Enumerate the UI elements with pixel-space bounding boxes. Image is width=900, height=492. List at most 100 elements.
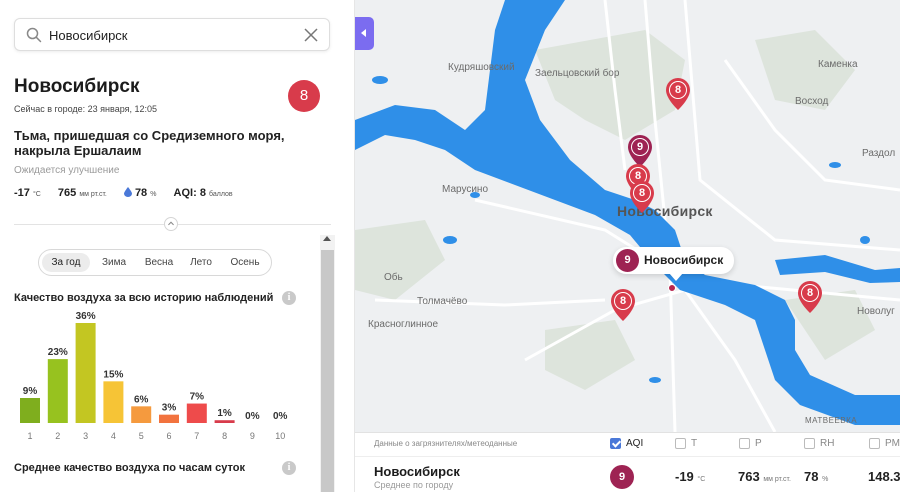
river-branch [775,255,900,283]
checkbox-rh[interactable] [804,438,815,449]
callout-city-name: Новосибирск [644,253,724,267]
bar-value-label: 0% [245,411,260,422]
map-pin[interactable]: 8 [629,180,655,214]
map-pin[interactable]: 8 [610,288,636,322]
table-humidity: 78 % [804,469,829,484]
column-label-t: T [691,438,698,449]
search-box[interactable] [14,18,330,51]
map-label: Заельцовский бор [535,68,620,79]
temperature: -17 °C [14,187,41,199]
season-switcher: За год Зима Весна Лето Осень [38,249,272,276]
histogram-bar [20,398,40,423]
season-tab-year[interactable]: За год [42,253,90,272]
map-label: Красноглинное [368,319,439,330]
row-divider [355,456,900,457]
city-time: Сейчас в городе: 23 января, 12:05 [14,104,158,114]
map-label: Каменка [818,59,858,70]
histogram-bar [159,414,179,423]
bar-value-label: 6% [134,394,149,405]
droplet-icon [123,187,132,197]
histogram-bar [214,420,235,423]
map-label: Новолуг [857,306,895,317]
season-tab-summer[interactable]: Лето [183,253,219,272]
map-label: Обь [384,272,403,283]
humidity: 78 % [123,187,156,199]
histogram-bar [131,406,152,423]
headline: Тьма, пришедшая со Средиземного моря, на… [14,128,285,158]
map-label: Кудряшовский [448,62,515,73]
checkbox-pm[interactable] [869,438,880,449]
info-icon[interactable]: i [282,291,296,305]
x-tick-label: 9 [250,431,255,441]
hourly-title: Среднее качество воздуха по часам суток [14,462,245,474]
table-city-sub: Среднее по городу [374,480,454,490]
bar-value-label: 23% [48,347,68,358]
column-label-aqi: AQI [626,438,644,449]
chevron-up-icon[interactable] [164,217,178,231]
info-panel: Новосибирск Сейчас в городе: 23 января, … [0,0,355,492]
callout-tail [669,273,683,281]
history-title: Качество воздуха за всю историю наблюден… [14,292,274,304]
column-label-rh: RH [820,438,835,449]
histogram-bar [47,359,68,423]
city-location-dot [668,284,676,292]
x-tick-label: 8 [222,431,227,441]
aqi-summary: AQI: 8 баллов [173,187,233,199]
pressure: 765 мм рт.ст. [57,187,107,199]
table-city: Новосибирск [374,464,460,479]
map-label: МАТВЕЕВКА [805,416,858,425]
city-callout[interactable]: 9 Новосибирск [613,247,734,281]
map-label: Толмачёво [417,296,468,307]
table-label: Данные о загрязнителях/метеоданные [374,439,518,448]
x-tick-label: 1 [27,431,32,441]
map-label: Восход [795,96,829,107]
checkbox-t[interactable] [675,438,686,449]
search-input[interactable] [49,25,299,45]
x-tick-label: 6 [166,431,171,441]
forecast-text: Ожидается улучшение [14,165,120,176]
season-tab-autumn[interactable]: Осень [223,253,267,272]
x-tick-label: 5 [139,431,144,441]
scrollbar-thumb[interactable] [321,250,334,492]
table-temp: -19 °C [675,469,706,484]
season-tab-spring[interactable]: Весна [138,253,180,272]
info-icon[interactable]: i [282,461,296,475]
panel-toggle-button[interactable] [355,17,374,50]
bar-value-label: 36% [76,311,96,322]
x-tick-label: 4 [111,431,116,441]
bar-value-label: 15% [103,369,123,380]
history-chart: 9% 1 23% 2 36% 3 15% 4 6% 5 3% 6 7% 7 1% 8 0% 9 0% 10 [20,311,288,441]
city-title: Новосибирск [14,76,140,97]
x-tick-label: 3 [83,431,88,441]
histogram-bar [75,323,96,423]
checkbox-p[interactable] [739,438,750,449]
table-aqi-badge: 9 [610,465,634,489]
map-label: Раздол [862,148,896,159]
histogram-bar [186,403,207,423]
weather-metrics: -17 °C 765 мм рт.ст. 78 % AQI: 8 баллов [14,187,247,199]
column-label-p: P [755,438,762,449]
close-icon[interactable] [303,27,319,43]
x-tick-label: 10 [275,431,285,441]
map-pin[interactable]: 8 [797,280,823,314]
checkbox-aqi[interactable] [610,438,621,449]
data-table: Данные о загрязнителях/метеоданные AQI T… [355,432,900,492]
callout-aqi-badge: 9 [616,249,639,272]
x-tick-label: 2 [55,431,60,441]
x-tick-label: 7 [194,431,199,441]
bar-value-label: 3% [162,403,177,414]
scroll-up-arrow[interactable] [323,236,331,241]
season-tab-winter[interactable]: Зима [94,253,134,272]
search-icon [26,27,42,43]
column-label-pm: PM [885,438,900,449]
table-pm: 148.3 [868,469,900,484]
table-pressure: 763 мм рт.ст. [738,469,791,484]
histogram-bar [103,381,124,423]
bar-value-label: 1% [217,408,232,419]
aqi-badge: 8 [288,80,320,112]
map-label: Марусино [442,184,489,195]
map-pin[interactable]: 8 [665,77,691,111]
bar-value-label: 0% [273,411,288,422]
chevron-left-icon [361,29,366,37]
bar-value-label: 9% [23,386,38,397]
